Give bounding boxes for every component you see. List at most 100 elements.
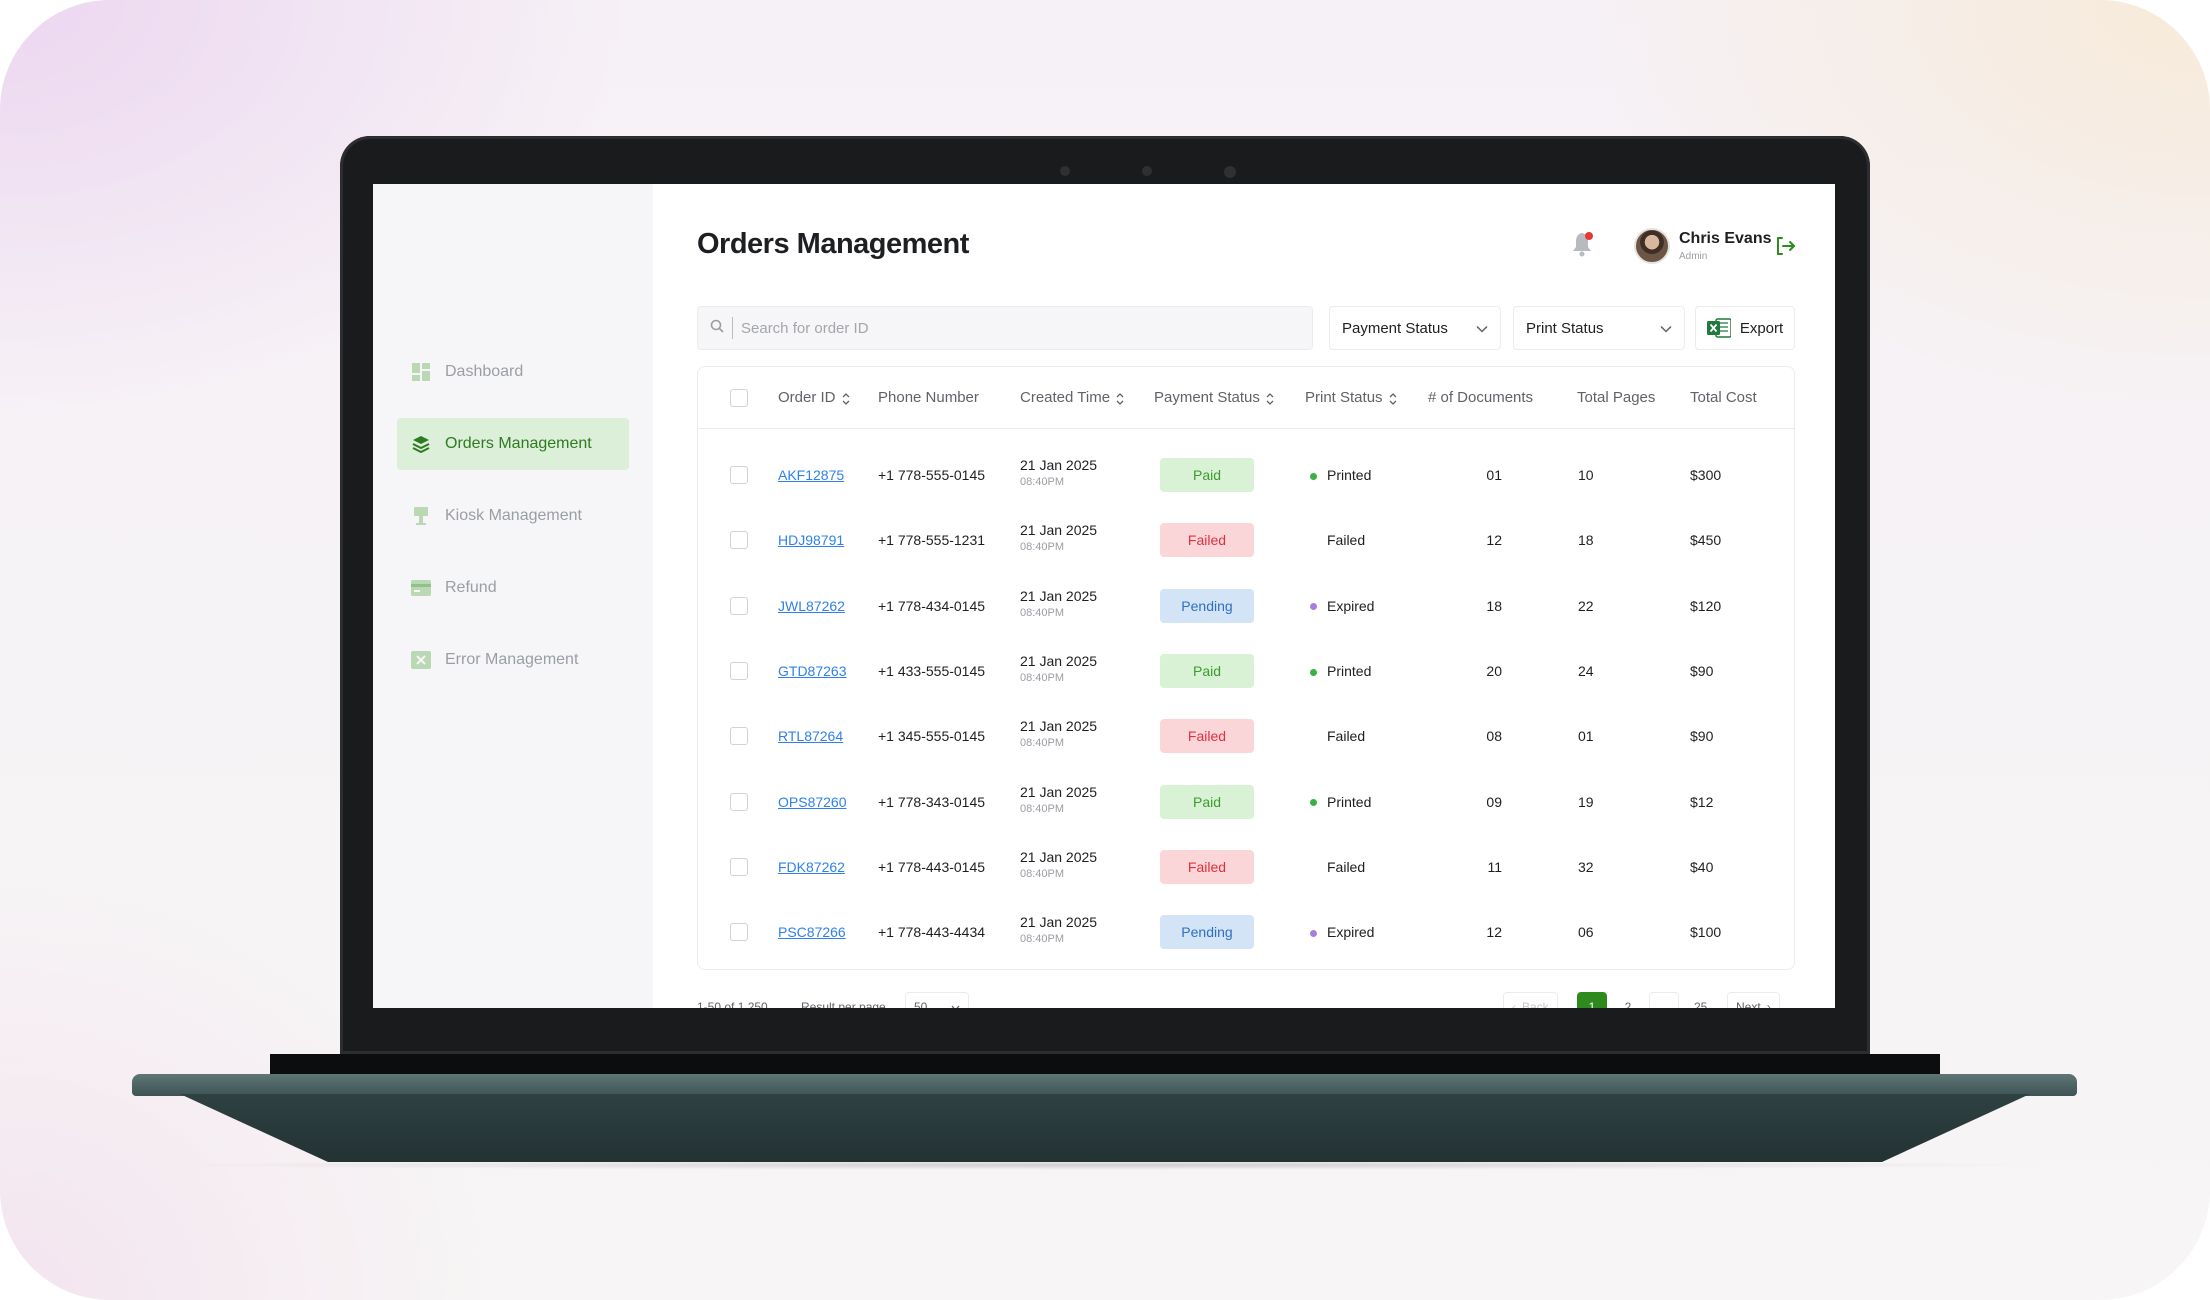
column-header-print-status[interactable]: Print Status (1305, 389, 1397, 406)
order-id-link[interactable]: FDK87262 (778, 859, 845, 875)
sidebar-item-dashboard[interactable]: Dashboard (397, 346, 629, 398)
order-id-link[interactable]: OPS87260 (778, 794, 847, 810)
column-header-label: Total Pages (1577, 389, 1656, 406)
print-status: Expired (1310, 924, 1374, 940)
payment-status-dropdown[interactable]: Payment Status (1329, 306, 1501, 350)
print-status-label: Printed (1327, 793, 1372, 810)
print-status-dropdown[interactable]: Print Status (1513, 306, 1685, 350)
sidebar-item-error-management[interactable]: Error Management (397, 634, 629, 686)
column-header-phone-number: Phone Number (878, 389, 979, 406)
row-checkbox[interactable] (730, 792, 748, 811)
table-row[interactable]: PSC87266 +1 778-443-4434 21 Jan 2025 08:40P… (698, 901, 1794, 966)
export-label: Export (1739, 319, 1784, 337)
row-checkbox[interactable] (730, 727, 748, 746)
created-date: 21 Jan 2025 (1020, 848, 1098, 865)
total-cost: $120 (1690, 597, 1722, 614)
created-time: 21 Jan 2025 08:40PM (1020, 914, 1097, 945)
payment-status-badge: Failed (1160, 849, 1254, 884)
payment-status-badge: Paid (1160, 653, 1254, 688)
phone-number: +1 778-434-0145 (878, 597, 986, 614)
created-clock: 08:40PM (1020, 671, 1065, 684)
sidebar-item-refund[interactable]: Refund (397, 562, 629, 614)
order-id-link[interactable]: PSC87266 (778, 924, 846, 940)
next-button[interactable]: Next › (1727, 992, 1780, 1008)
status-dot (1310, 668, 1317, 676)
phone-number: +1 778-443-4434 (878, 924, 986, 941)
total-cost: $100 (1690, 924, 1722, 941)
row-checkbox[interactable] (730, 596, 748, 615)
column-header-documents: # of Documents (1428, 389, 1533, 406)
sidebar-item-orders-management[interactable]: Orders Management (397, 418, 629, 470)
table-row[interactable]: HDJ98791 +1 778-555-1231 21 Jan 2025 08:40P… (698, 509, 1794, 574)
row-checkbox[interactable] (730, 661, 748, 680)
laptop-hinge (270, 1054, 1940, 1076)
order-id-link[interactable]: GTD87263 (778, 663, 846, 679)
created-clock: 08:40PM (1020, 737, 1065, 750)
sidebar-item-kiosk-management[interactable]: Kiosk Management (397, 490, 629, 542)
sidebar-item-label: Dashboard (445, 363, 524, 380)
table-row[interactable]: RTL87264 +1 345-555-0145 21 Jan 2025 08:40P… (698, 705, 1794, 770)
camera-dot (1060, 166, 1070, 176)
status-dot (1310, 865, 1317, 872)
logout-icon[interactable] (1773, 234, 1797, 258)
column-header-label: Payment Status (1154, 389, 1260, 406)
created-clock: 08:40PM (1020, 606, 1065, 619)
row-checkbox[interactable] (730, 466, 748, 484)
select-all-checkbox[interactable] (730, 389, 748, 407)
total-pages: 32 (1578, 858, 1594, 875)
table-row[interactable]: OPS87260 +1 778-343-0145 21 Jan 2025 08:40P… (698, 771, 1794, 836)
column-header-payment-status[interactable]: Payment Status (1154, 389, 1274, 406)
print-status-label: Failed (1327, 858, 1366, 875)
total-pages: 19 (1578, 793, 1594, 810)
per-page-select[interactable]: 50 (905, 992, 969, 1008)
order-id-link[interactable]: RTL87264 (778, 728, 843, 744)
status-dot (1310, 799, 1317, 807)
table-row[interactable]: GTD87263 +1 433-555-0145 21 Jan 2025 08:40P… (698, 640, 1794, 705)
back-label: Back (1522, 1000, 1549, 1008)
avatar[interactable] (1634, 228, 1670, 264)
page-button-25[interactable]: 25 (1685, 992, 1717, 1008)
column-header-label: Total Cost (1690, 389, 1757, 406)
created-date: 21 Jan 2025 (1020, 457, 1098, 473)
excel-icon (1706, 317, 1731, 339)
export-button[interactable]: Export (1695, 306, 1795, 350)
user-name: Chris Evans (1679, 230, 1772, 247)
page-button-1[interactable]: 1 (1577, 992, 1607, 1008)
column-header-label: Phone Number (878, 389, 979, 406)
phone-number: +1 778-343-0145 (878, 793, 986, 810)
created-date: 21 Jan 2025 (1020, 718, 1098, 735)
order-id-link[interactable]: AKF12875 (778, 467, 844, 483)
search-icon (710, 319, 724, 338)
chevron-left-icon: ‹ (1512, 1000, 1516, 1008)
table-row[interactable]: FDK87262 +1 778-443-0145 21 Jan 2025 08:40P… (698, 836, 1794, 901)
column-header-label: Created Time (1020, 389, 1111, 406)
table-row[interactable]: JWL87262 +1 778-434-0145 21 Jan 2025 08:40P… (698, 575, 1794, 640)
notification-bell-icon[interactable] (1571, 230, 1597, 258)
total-cost: $90 (1690, 662, 1714, 679)
back-button[interactable]: ‹ Back (1503, 992, 1558, 1008)
status-dot (1310, 472, 1317, 480)
sidebar: Dashboard Orders Management Kiosk Manage… (373, 184, 653, 1008)
row-checkbox[interactable] (730, 857, 748, 876)
print-status: Printed (1310, 794, 1371, 810)
page-button-2[interactable]: 2 (1613, 992, 1643, 1008)
table-row[interactable]: AKF12875 +1 778-555-0145 21 Jan 2025 08:40P… (698, 444, 1794, 509)
column-header-created-time[interactable]: Created Time (1020, 389, 1124, 406)
search-input[interactable] (732, 317, 1292, 339)
document-count: 11 (1487, 858, 1502, 875)
document-count: 20 (1486, 662, 1502, 679)
row-checkbox[interactable] (730, 531, 748, 550)
created-clock: 08:40PM (1020, 541, 1065, 554)
column-header-order-id[interactable]: Order ID (778, 389, 850, 406)
order-id-link[interactable]: JWL87262 (778, 598, 845, 614)
sidebar-item-label: Kiosk Management (445, 507, 582, 524)
row-checkbox[interactable] (730, 923, 748, 942)
total-pages: 10 (1578, 467, 1594, 483)
order-id-link[interactable]: HDJ98791 (778, 532, 844, 548)
phone-number: +1 778-443-0145 (878, 858, 986, 875)
main-content: Orders Management Chris Evans Admin Paym… (653, 184, 1835, 1008)
payment-status-badge: Pending (1160, 588, 1254, 623)
payment-status-badge: Pending (1160, 915, 1254, 950)
page-title: Orders Management (697, 228, 969, 260)
camera-lens (1142, 166, 1152, 176)
